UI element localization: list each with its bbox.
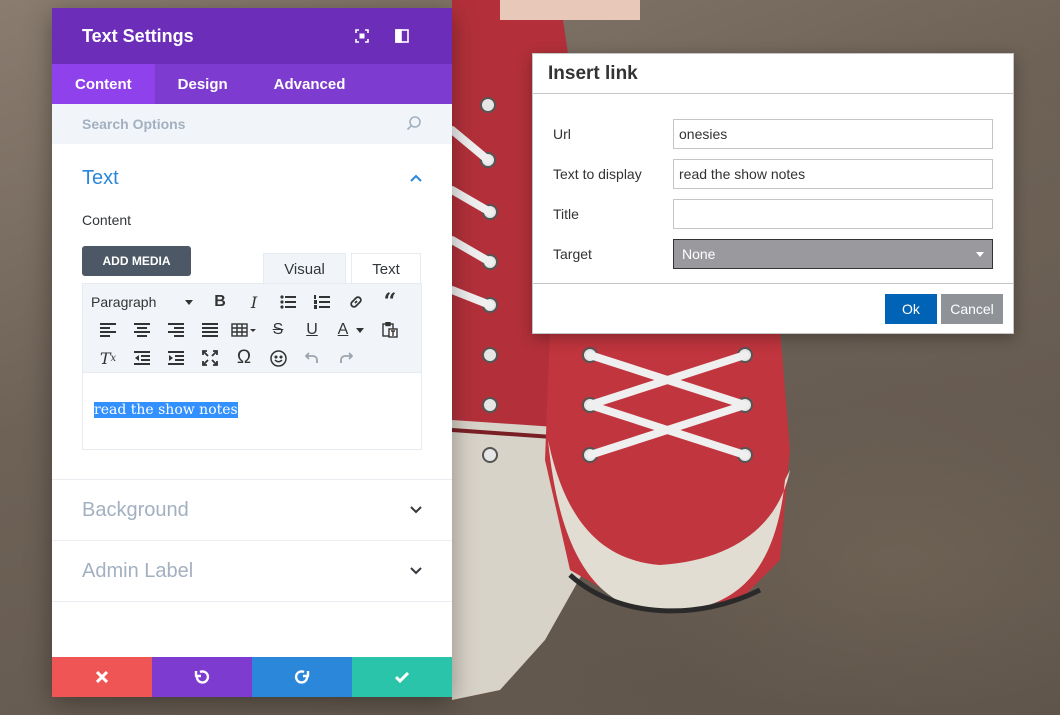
format-select-value: Paragraph (91, 294, 157, 310)
format-select[interactable]: Paragraph (91, 294, 203, 310)
url-label: Url (553, 126, 571, 142)
clear-formatting-icon[interactable]: Tx (91, 344, 125, 372)
panel-header: Text Settings (52, 8, 452, 64)
add-media-button[interactable]: ADD MEDIA (82, 246, 191, 276)
target-row: Target None (553, 234, 993, 274)
caret-down-icon (976, 251, 984, 257)
expand-editor-icon[interactable] (193, 344, 227, 372)
numbered-list-icon[interactable] (305, 288, 339, 316)
cancel-button[interactable]: Cancel (941, 294, 1003, 324)
section-admin-label-title: Admin Label (82, 559, 194, 582)
dialog-title: Insert link (533, 54, 1013, 94)
target-select[interactable]: None (673, 239, 993, 269)
fullscreen-icon[interactable] (342, 16, 382, 56)
emoticon-icon[interactable] (261, 344, 295, 372)
title-row: Title (553, 194, 993, 234)
special-character-icon[interactable]: Ω (227, 344, 261, 372)
blockquote-icon[interactable]: “ (373, 288, 407, 316)
search-options-input[interactable]: Search Options (52, 104, 452, 144)
italic-icon[interactable]: I (237, 288, 271, 316)
search-placeholder: Search Options (82, 116, 186, 132)
underline-icon[interactable]: U (295, 316, 329, 344)
panel-spacer (52, 602, 452, 657)
panel-footer (52, 657, 452, 697)
tab-design[interactable]: Design (155, 64, 251, 104)
section-text-toggle[interactable]: Text (82, 144, 422, 212)
text-editor-area[interactable]: read the show notes (82, 373, 422, 450)
justify-icon[interactable] (193, 316, 227, 344)
bullet-list-icon[interactable] (271, 288, 305, 316)
panel-tabs: Content Design Advanced (52, 64, 452, 104)
selected-text: read the show notes (94, 402, 238, 418)
panel-title: Text Settings (82, 25, 194, 46)
undo-icon[interactable] (295, 344, 329, 372)
target-label: Target (553, 246, 592, 262)
tab-content[interactable]: Content (52, 64, 155, 104)
outdent-icon[interactable] (125, 344, 159, 372)
section-background-title: Background (82, 498, 189, 521)
undo-icon (194, 670, 210, 684)
redo-icon[interactable] (329, 344, 363, 372)
close-icon (96, 671, 108, 683)
insert-link-dialog: Insert link Url onesies Text to display … (532, 53, 1014, 334)
table-icon[interactable] (227, 316, 261, 344)
section-text: Text Content ADD MEDIA Visual Text Parag… (52, 144, 452, 480)
paste-text-icon[interactable] (373, 316, 407, 344)
strikethrough-icon[interactable]: S (261, 316, 295, 344)
section-admin-label[interactable]: Admin Label (52, 541, 452, 602)
bold-icon[interactable]: B (203, 288, 237, 316)
checkmark-icon (395, 671, 409, 683)
text-to-display-label: Text to display (553, 166, 642, 182)
link-icon[interactable] (339, 288, 373, 316)
chevron-down-icon (410, 501, 422, 519)
save-button[interactable] (352, 657, 452, 697)
redo-icon (294, 670, 310, 684)
caret-down-icon (185, 299, 193, 305)
text-settings-panel: Text Settings Content Design Advanced Se… (52, 8, 452, 697)
tab-advanced[interactable]: Advanced (251, 64, 369, 104)
align-left-icon[interactable] (91, 316, 125, 344)
align-center-icon[interactable] (125, 316, 159, 344)
align-right-icon[interactable] (159, 316, 193, 344)
content-label: Content (82, 212, 132, 228)
undo-button[interactable] (152, 657, 252, 697)
text-color-icon[interactable]: A (329, 316, 373, 344)
chevron-up-icon (410, 169, 422, 187)
title-label: Title (553, 206, 579, 222)
dock-sidebar-icon[interactable] (382, 16, 422, 56)
editor-toolbar: Paragraph B I “ S U A T x Ω (82, 283, 422, 373)
dialog-footer: Ok Cancel (533, 284, 1013, 334)
title-input[interactable] (673, 199, 993, 229)
section-text-title: Text (82, 166, 119, 189)
search-icon (406, 115, 422, 134)
redo-button[interactable] (252, 657, 352, 697)
editor-tab-text[interactable]: Text (351, 253, 421, 285)
text-to-display-row: Text to display read the show notes (553, 154, 993, 194)
chevron-down-icon (410, 562, 422, 580)
indent-icon[interactable] (159, 344, 193, 372)
section-background[interactable]: Background (52, 480, 452, 541)
text-to-display-input[interactable]: read the show notes (673, 159, 993, 189)
url-input[interactable]: onesies (673, 119, 993, 149)
url-row: Url onesies (553, 114, 993, 154)
discard-button[interactable] (52, 657, 152, 697)
dialog-body: Url onesies Text to display read the sho… (533, 94, 1013, 284)
target-select-value: None (682, 246, 716, 262)
editor-tab-visual[interactable]: Visual (263, 253, 346, 285)
ok-button[interactable]: Ok (885, 294, 937, 324)
